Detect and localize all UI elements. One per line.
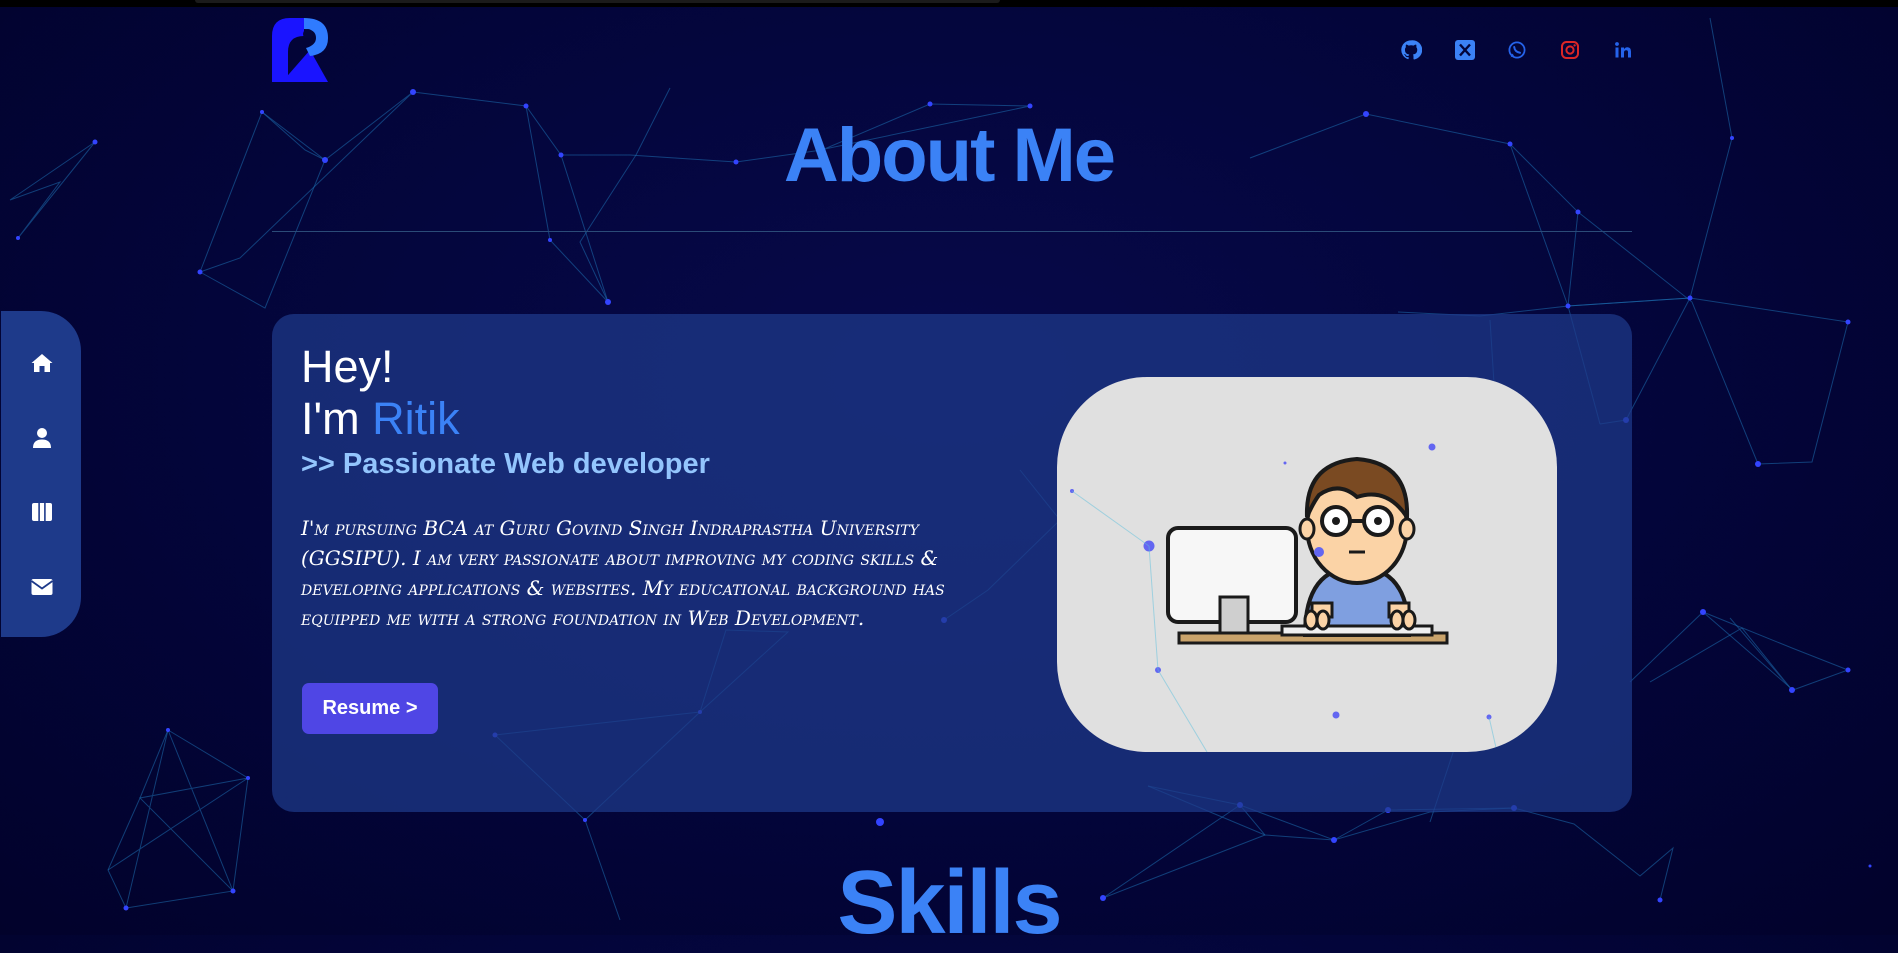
user-icon bbox=[33, 428, 51, 448]
instagram-icon[interactable] bbox=[1558, 38, 1582, 62]
mail-icon bbox=[30, 579, 54, 595]
title-divider bbox=[272, 231, 1632, 232]
whatsapp-icon[interactable] bbox=[1505, 38, 1529, 62]
logo-r-icon bbox=[272, 18, 328, 82]
tagline: >> Passionate Web developer bbox=[301, 448, 710, 480]
x-icon[interactable] bbox=[1453, 38, 1477, 62]
columns-icon bbox=[32, 503, 52, 521]
intro-prefix: I'm bbox=[301, 393, 373, 444]
nav-about-button[interactable] bbox=[23, 419, 61, 457]
nav-home-button[interactable] bbox=[23, 344, 61, 382]
developer-name: Ritik bbox=[372, 393, 460, 444]
linkedin-icon[interactable] bbox=[1611, 38, 1635, 62]
greeting-text: Hey! bbox=[301, 341, 394, 392]
developer-illustration-svg bbox=[1070, 443, 1498, 752]
intro-heading: I'm Ritik bbox=[301, 394, 460, 444]
brand-logo-r[interactable] bbox=[270, 12, 334, 84]
page-title: About Me bbox=[783, 113, 1116, 198]
home-icon bbox=[31, 354, 53, 372]
side-navigation bbox=[1, 311, 81, 637]
nav-contact-button[interactable] bbox=[23, 568, 61, 606]
bio-paragraph: I'm pursuing BCA at Guru Govind Singh In… bbox=[301, 516, 945, 630]
github-icon[interactable] bbox=[1399, 38, 1423, 62]
resume-button[interactable]: Resume > bbox=[302, 683, 438, 734]
developer-at-computer-illustration bbox=[1057, 377, 1557, 752]
nav-projects-button[interactable] bbox=[23, 493, 61, 531]
